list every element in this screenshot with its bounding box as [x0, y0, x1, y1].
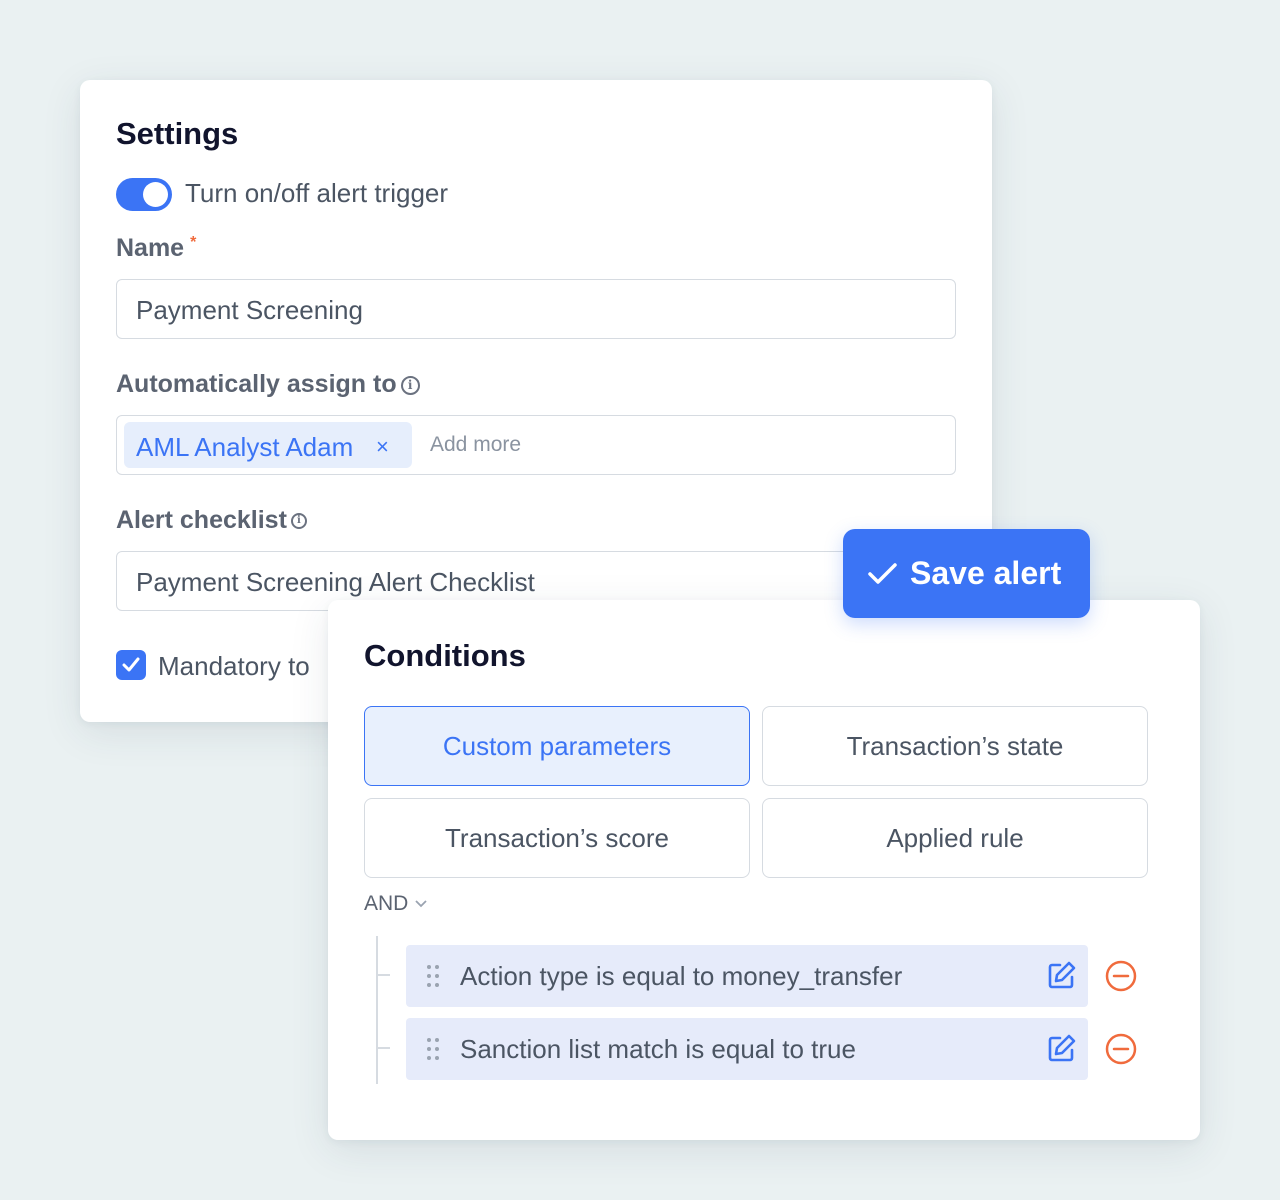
remove-icon[interactable]: [1104, 1032, 1138, 1066]
tile-transactions-state[interactable]: Transaction’s state: [762, 706, 1148, 786]
condition-row: Action type is equal to money_transfer: [406, 945, 1088, 1007]
checklist-label: Alert checklist i: [116, 506, 307, 535]
toggle-label: Turn on/off alert trigger: [185, 178, 449, 208]
tree-connector: [376, 936, 378, 1084]
name-field-value: Payment Screening: [136, 295, 363, 325]
drag-handle-icon[interactable]: [427, 965, 439, 987]
edit-icon[interactable]: [1046, 1032, 1078, 1064]
mandatory-label: Mandatory to: [158, 651, 310, 681]
checklist-field-value: Payment Screening Alert Checklist: [136, 567, 535, 597]
drag-handle-icon[interactable]: [427, 1038, 439, 1060]
toggle-knob: [143, 182, 168, 207]
remove-icon[interactable]: [1104, 959, 1138, 993]
conditions-title: Conditions: [364, 638, 526, 673]
assignee-chip-label: AML Analyst Adam: [136, 432, 354, 462]
operator-dropdown[interactable]: AND: [364, 892, 428, 916]
assign-field[interactable]: AML Analyst Adam × Add more: [116, 415, 956, 475]
condition-text: Action type is equal to money_transfer: [460, 961, 903, 991]
alert-trigger-toggle[interactable]: [116, 178, 172, 211]
assign-label-text: Automatically assign to: [116, 370, 397, 398]
tile-applied-rule[interactable]: Applied rule: [762, 798, 1148, 878]
chevron-down-icon: [414, 896, 428, 912]
name-label-text: Name: [116, 234, 185, 262]
add-more-placeholder[interactable]: Add more: [430, 433, 521, 457]
check-icon: [868, 563, 897, 584]
required-marker: *: [190, 234, 197, 251]
condition-text: Sanction list match is equal to true: [460, 1034, 856, 1064]
save-alert-button[interactable]: Save alert: [843, 529, 1090, 618]
operator-label: AND: [364, 892, 409, 915]
info-icon[interactable]: i: [400, 375, 420, 395]
assign-label: Automatically assign to i: [116, 370, 420, 399]
name-label: Name *: [116, 234, 196, 263]
save-alert-label: Save alert: [910, 555, 1062, 591]
checklist-label-text: Alert checklist: [116, 506, 287, 534]
check-icon: [122, 657, 140, 672]
mandatory-checkbox[interactable]: [116, 650, 146, 680]
assignee-chip: AML Analyst Adam ×: [124, 422, 412, 468]
edit-icon[interactable]: [1046, 959, 1078, 991]
tree-branch: [376, 1047, 390, 1049]
tile-custom-parameters[interactable]: Custom parameters: [364, 706, 750, 786]
conditions-panel: Conditions Custom parameters Transaction…: [328, 600, 1200, 1140]
name-field[interactable]: Payment Screening: [116, 279, 956, 339]
condition-row: Sanction list match is equal to true: [406, 1018, 1088, 1080]
settings-title: Settings: [116, 116, 239, 151]
close-icon[interactable]: ×: [376, 434, 389, 460]
tile-transactions-score[interactable]: Transaction’s score: [364, 798, 750, 878]
tree-branch: [376, 974, 390, 976]
info-icon[interactable]: i: [290, 513, 307, 530]
